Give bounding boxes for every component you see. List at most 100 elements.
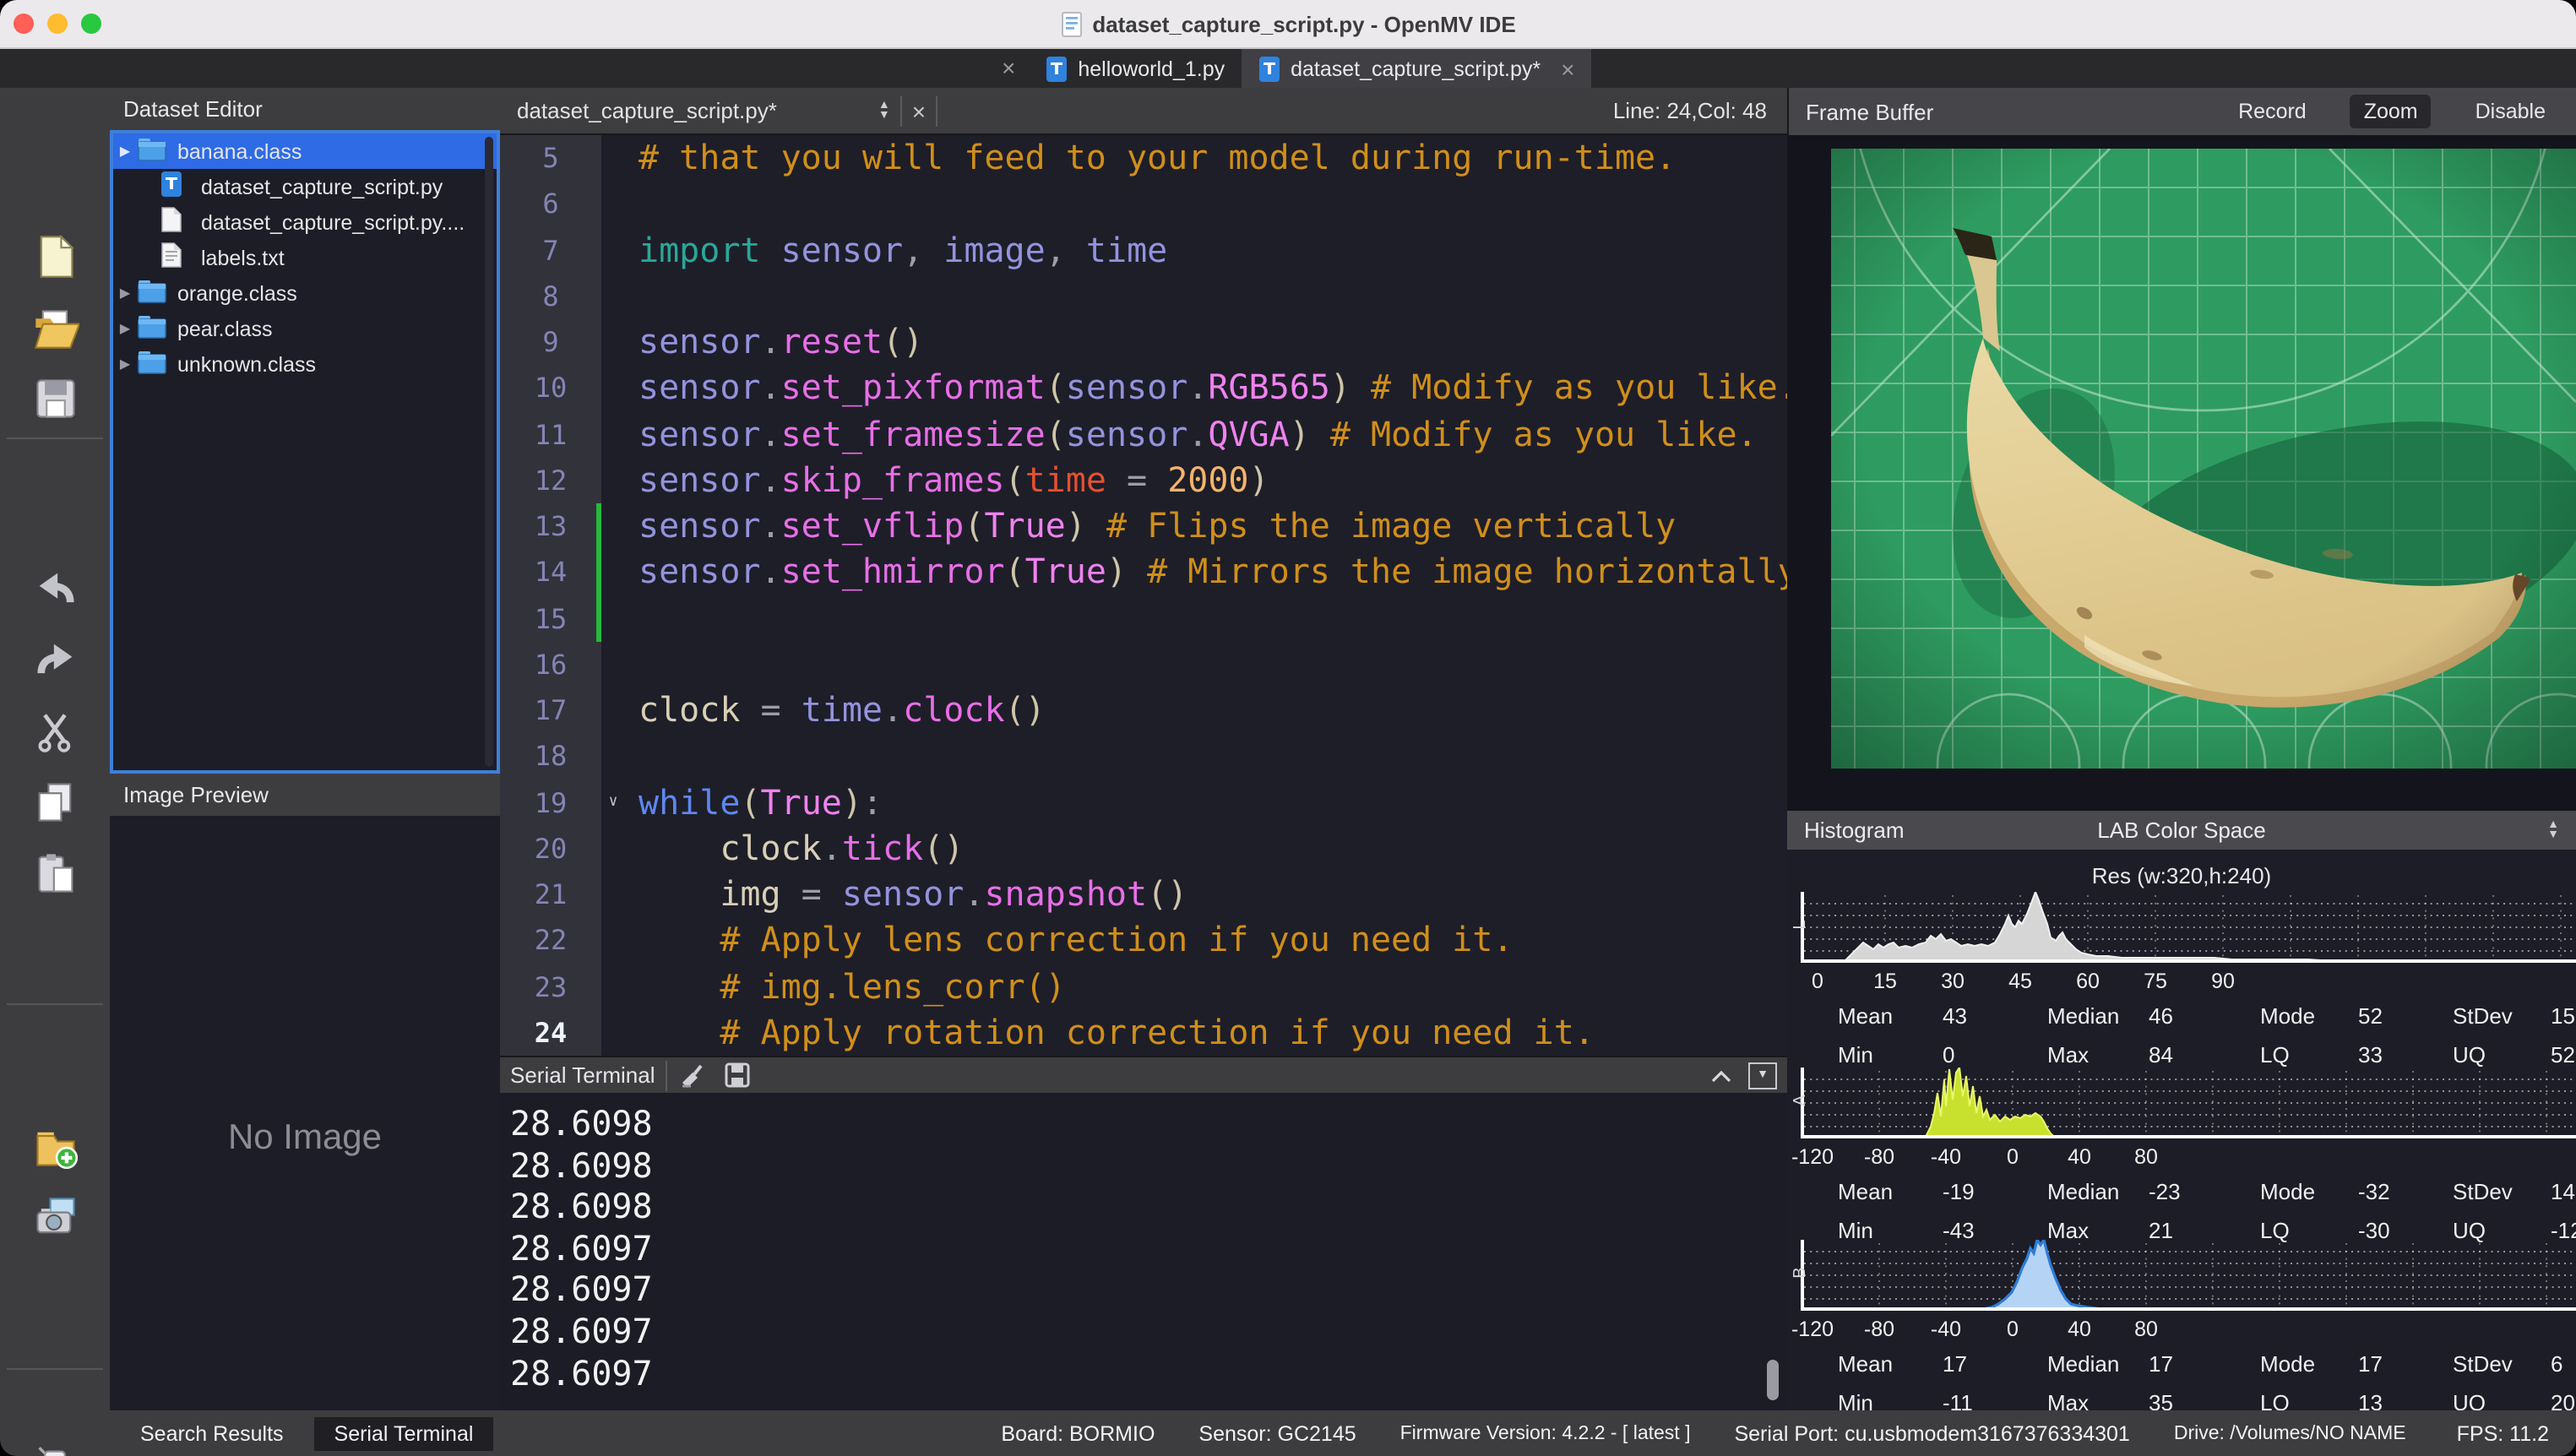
- code-line-6: 6: [500, 182, 1787, 228]
- tree-item-dataset-capture-script-py[interactable]: dataset_capture_script.py: [113, 169, 497, 204]
- code-text: sensor.set_hmirror(True) # Mirrors the i…: [601, 550, 1787, 596]
- close-file-icon[interactable]: ×: [912, 97, 926, 124]
- stat-value: -19: [1943, 1179, 2047, 1204]
- status-firmware[interactable]: Firmware Version: 4.2.2 - [ latest ]: [1400, 1423, 1691, 1443]
- stat-label: Mean: [1838, 1179, 1943, 1204]
- frame-buffer-view[interactable]: [1787, 135, 2576, 811]
- collapse-terminal-icon[interactable]: [1711, 1068, 1731, 1082]
- line-number: 19∨: [500, 780, 601, 826]
- tree-scrollbar[interactable]: [485, 137, 493, 767]
- toolbar-divider: [7, 437, 103, 439]
- axis-ticks-A: -120-80-4004080: [1801, 1145, 2576, 1169]
- fold-marker-icon[interactable]: ∨: [601, 780, 625, 826]
- tree-item-banana-class[interactable]: ▶banana.class: [113, 133, 497, 169]
- line-number: 10: [500, 366, 601, 412]
- status-drive: Drive: /Volumes/NO NAME: [2174, 1423, 2406, 1443]
- copy-icon[interactable]: [31, 779, 79, 826]
- stat-label: Min: [1838, 1042, 1943, 1068]
- terminal-line: 28.6098: [510, 1186, 1787, 1227]
- line-number: 21: [500, 872, 601, 918]
- tick-label: -40: [1931, 1317, 1961, 1341]
- new-class-folder-icon[interactable]: [31, 1123, 79, 1171]
- code-text: sensor.set_vflip(True) # Flips the image…: [601, 503, 1676, 550]
- close-tab-icon[interactable]: ×: [1561, 55, 1574, 82]
- serial-terminal-output[interactable]: 28.609828.609828.609828.609728.609728.60…: [500, 1093, 1787, 1410]
- scroll-to-bottom-button[interactable]: ▼: [1748, 1062, 1777, 1089]
- tab-dataset-capture-script[interactable]: dataset_capture_script.py* ×: [1242, 49, 1591, 88]
- file-selector-spinner-icon[interactable]: ▲▼: [878, 101, 890, 121]
- save-log-icon[interactable]: [725, 1062, 750, 1088]
- stat-label: Median: [2047, 1179, 2149, 1204]
- tick-label: 40: [2068, 1317, 2091, 1341]
- code-line-8: 8: [500, 274, 1787, 320]
- tree-item-dataset-capture-script-py-[interactable]: dataset_capture_script.py....: [113, 204, 497, 240]
- colorspace-select[interactable]: LAB Color Space: [1787, 818, 2576, 843]
- code-line-5: 5# that you will feed to your model duri…: [500, 135, 1787, 182]
- code-line-12: 12sensor.skip_frames(time = 2000): [500, 458, 1787, 504]
- capture-image-icon[interactable]: [31, 1194, 79, 1241]
- new-file-icon[interactable]: [31, 233, 79, 280]
- disclosure-triangle-icon[interactable]: ▶: [113, 144, 137, 159]
- code-line-24: 24 # Apply rotation correction if you ne…: [500, 1010, 1787, 1057]
- line-number: 11: [500, 411, 601, 458]
- code-text: sensor.reset(): [601, 319, 923, 366]
- tree-item-labels-txt[interactable]: labels.txt: [113, 240, 497, 275]
- tab-serial-terminal[interactable]: Serial Terminal: [314, 1416, 494, 1450]
- line-number: 13: [500, 503, 601, 550]
- class-folder-icon: [137, 136, 167, 166]
- tick-label: 15: [1873, 970, 1897, 993]
- camera-frame-banana-image: [1831, 149, 2576, 769]
- window-title: dataset_capture_script.py - OpenMV IDE: [0, 11, 2576, 36]
- disclosure-triangle-icon[interactable]: ▶: [113, 321, 137, 336]
- code-text: # img.lens_corr(): [601, 964, 1066, 1010]
- disclosure-triangle-icon[interactable]: ▶: [113, 356, 137, 372]
- tree-item-unknown-class[interactable]: ▶ unknown.class: [113, 346, 497, 382]
- paste-icon[interactable]: [31, 850, 79, 897]
- histogram-chart-A: A: [1801, 1068, 2576, 1138]
- tick-label: -120: [1791, 1317, 1834, 1341]
- tab-helloworld[interactable]: helloworld_1.py: [1029, 49, 1242, 88]
- toolbar-divider: [7, 1368, 103, 1370]
- line-number: 14: [500, 550, 601, 596]
- openmv-ide-window: dataset_capture_script.py - OpenMV IDE ×…: [0, 0, 2576, 1456]
- code-text: # that you will feed to your model durin…: [601, 135, 1676, 182]
- undo-icon[interactable]: [31, 566, 79, 613]
- close-tab-icon[interactable]: ×: [988, 49, 1029, 88]
- window-title-text: dataset_capture_script.py - OpenMV IDE: [1092, 11, 1515, 36]
- tick-label: 40: [2068, 1145, 2091, 1169]
- change-marker: [596, 595, 601, 642]
- zoom-button[interactable]: Zoom: [2350, 95, 2432, 128]
- open-folder-icon[interactable]: [31, 304, 79, 351]
- cut-icon[interactable]: [31, 708, 79, 755]
- editor-filename: dataset_capture_script.py*: [500, 98, 777, 123]
- stat-value: 6: [2551, 1351, 2564, 1377]
- tree-item-pear-class[interactable]: ▶pear.class: [113, 311, 497, 346]
- tree-item-label: unknown.class: [177, 352, 316, 376]
- tab-label: helloworld_1.py: [1078, 57, 1225, 80]
- axis-ticks-B: -120-80-4004080: [1801, 1317, 2576, 1341]
- stats-row-B-1: Mean17Median17Mode17StDev6: [1838, 1351, 2564, 1377]
- terminal-scrollbar[interactable]: [1767, 1360, 1779, 1400]
- record-button[interactable]: Record: [2225, 95, 2320, 128]
- disclosure-triangle-icon[interactable]: ▶: [113, 285, 137, 301]
- class-folder-icon: [137, 349, 167, 379]
- disable-button[interactable]: Disable: [2462, 95, 2559, 128]
- tick-label: 90: [2211, 970, 2235, 993]
- code-editor[interactable]: 5# that you will feed to your model duri…: [500, 135, 1787, 1056]
- code-text: [601, 274, 639, 320]
- redo-icon[interactable]: [31, 637, 79, 684]
- tab-search-results[interactable]: Search Results: [120, 1416, 304, 1450]
- stat-label: Mode: [2260, 1351, 2358, 1377]
- terminal-line: 28.6098: [510, 1103, 1787, 1144]
- line-number: 18: [500, 734, 601, 780]
- connect-icon[interactable]: [31, 1444, 79, 1456]
- serial-terminal-title: Serial Terminal: [510, 1062, 655, 1088]
- clear-terminal-icon[interactable]: [677, 1062, 708, 1089]
- colorspace-spinner-icon[interactable]: ▲▼: [2547, 820, 2559, 840]
- dataset-editor-title: Dataset Editor: [123, 96, 263, 122]
- image-preview-title: Image Preview: [123, 782, 269, 807]
- tick-label: 80: [2134, 1317, 2158, 1341]
- tree-item-orange-class[interactable]: ▶orange.class: [113, 275, 497, 311]
- save-icon[interactable]: [31, 375, 79, 422]
- status-serial-port: Serial Port: cu.usbmodem3167376334301: [1734, 1421, 2129, 1445]
